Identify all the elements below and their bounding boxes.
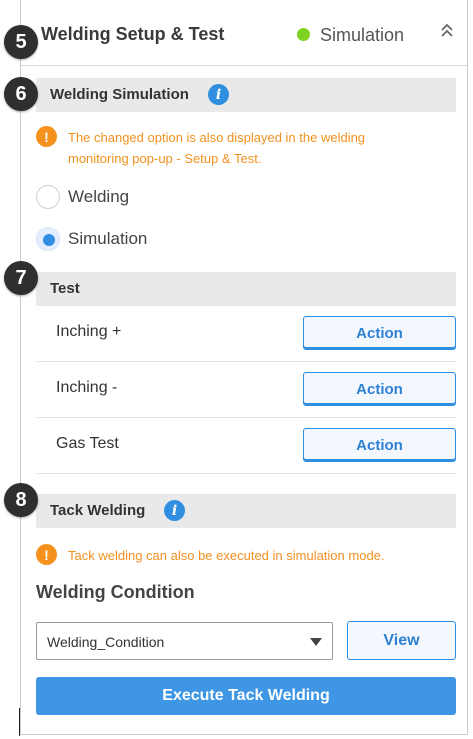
panel-header: Welding Setup & Test Simulation xyxy=(21,0,467,66)
caret-down-icon xyxy=(310,638,322,646)
step-marker: 7 xyxy=(4,261,38,295)
step-marker: 6 xyxy=(4,77,38,111)
status-label: Simulation xyxy=(320,25,405,45)
section-title: Test xyxy=(50,280,80,297)
section-title: Welding Simulation xyxy=(50,86,189,103)
action-button[interactable]: Action xyxy=(303,428,456,462)
step-marker: 8 xyxy=(4,483,38,517)
section-welding-simulation: Welding Simulation i xyxy=(36,78,456,112)
test-row-inching-minus: Inching - Action xyxy=(36,362,456,418)
section-tack-welding: Tack Welding i xyxy=(36,494,456,528)
select-value: Welding_Condition xyxy=(47,634,165,650)
action-button[interactable]: Action xyxy=(303,316,456,350)
welding-condition-heading: Welding Condition xyxy=(36,582,195,602)
radio-welding[interactable]: Welding xyxy=(36,184,129,210)
test-row-label: Inching + xyxy=(56,323,122,340)
step-marker: 5 xyxy=(4,25,38,59)
test-row-gas-test: Gas Test Action xyxy=(36,418,456,474)
info-icon[interactable]: i xyxy=(208,84,229,105)
test-row-inching-plus: Inching + Action xyxy=(36,306,456,362)
welding-condition-select[interactable]: Welding_Condition xyxy=(36,622,333,660)
radio-button[interactable] xyxy=(36,185,60,209)
test-row-label: Inching - xyxy=(56,379,118,396)
warning-icon: ! xyxy=(36,544,57,565)
panel-title: Welding Setup & Test xyxy=(41,24,225,44)
double-chevron-up-icon[interactable] xyxy=(441,23,453,42)
section-title: Tack Welding xyxy=(50,502,146,519)
notice-line: monitoring pop-up - Setup & Test. xyxy=(68,151,262,166)
notice-line: The changed option is also displayed in … xyxy=(68,130,366,145)
test-row-label: Gas Test xyxy=(56,435,119,452)
view-button[interactable]: View xyxy=(347,621,456,660)
execute-tack-welding-button[interactable]: Execute Tack Welding xyxy=(36,677,456,715)
section-test: Test xyxy=(36,272,456,306)
divider xyxy=(19,708,20,736)
notice-line: Tack welding can also be executed in sim… xyxy=(68,548,385,563)
radio-label: Welding xyxy=(68,187,130,206)
info-icon[interactable]: i xyxy=(164,500,185,521)
radio-button-checked[interactable] xyxy=(36,227,60,251)
radio-simulation[interactable]: Simulation xyxy=(36,226,147,252)
radio-label: Simulation xyxy=(68,229,148,248)
warning-icon: ! xyxy=(36,126,57,147)
action-button[interactable]: Action xyxy=(303,372,456,406)
status-indicator-dot xyxy=(297,28,310,41)
